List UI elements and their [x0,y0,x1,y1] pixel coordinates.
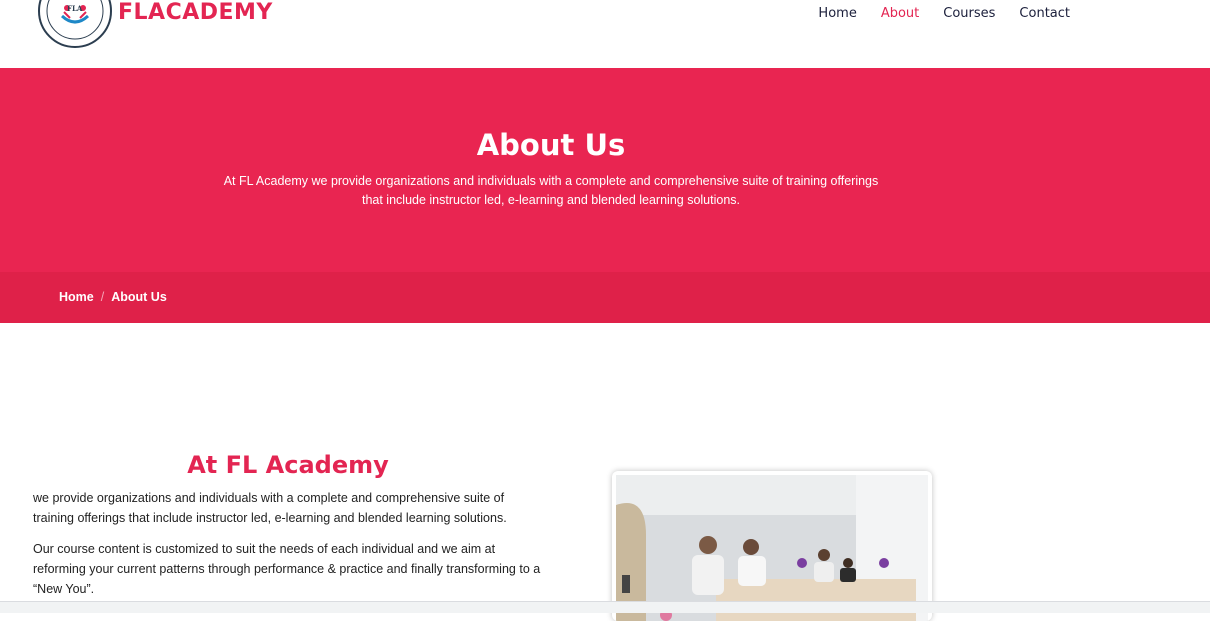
classroom-photo-image [616,475,928,621]
nav-home[interactable]: Home [818,6,856,21]
breadcrumb-home[interactable]: Home [59,290,94,304]
course-paragraph: Our course content is customized to suit… [33,542,541,596]
nav-contact[interactable]: Contact [1019,6,1070,21]
intro-paragraph: we provide organizations and individuals… [33,491,507,525]
breadcrumb-separator: / [100,290,105,304]
hero-description: At FL Academy we provide organizations a… [210,172,892,210]
browser-bottom-bar [0,601,1210,613]
site-header: FLA FLACADEMY Home About Courses Contact [0,0,1210,68]
main-nav: Home About Courses Contact [818,6,1070,21]
hero-description-line2: that include instructor led, e-learning … [361,193,741,207]
section-title: At FL Academy [187,451,389,479]
page-title: About Us [476,128,626,162]
breadcrumb: Home / About Us [0,272,1210,323]
hero-banner: About Us At FL Academy we provide organi… [0,68,1210,272]
brand-name[interactable]: FLACADEMY [118,0,273,25]
fla-logo[interactable]: FLA [38,0,112,48]
hero-description-line1: At FL Academy we provide organizations a… [223,174,879,188]
nav-courses[interactable]: Courses [943,6,995,21]
classroom-photo [612,471,932,621]
nav-about[interactable]: About [881,6,919,21]
breadcrumb-current: About Us [111,290,167,304]
logo-text: FLA [67,4,83,13]
